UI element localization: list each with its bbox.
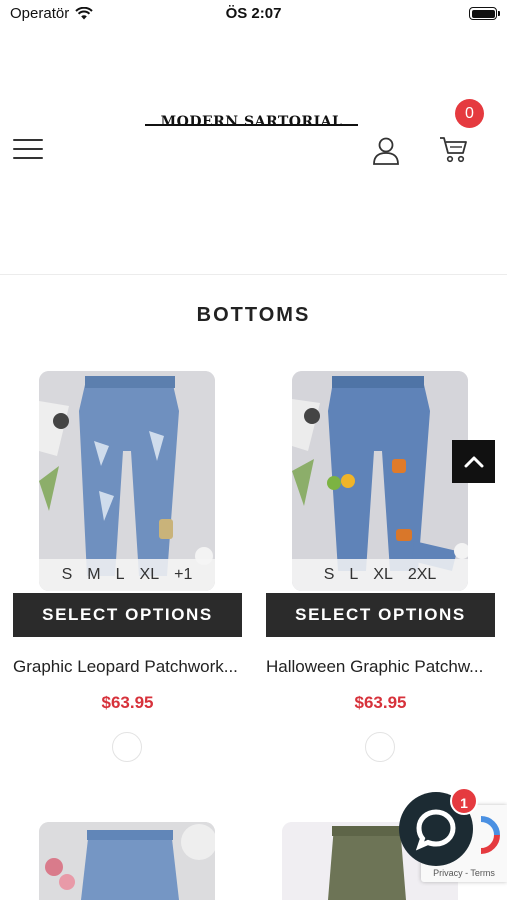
hamburger-menu-icon — [13, 139, 43, 141]
product-image[interactable] — [39, 822, 215, 900]
chat-bubble-icon — [415, 809, 456, 851]
size-options: S M L XL +1 — [39, 559, 215, 591]
size-option: S — [61, 566, 73, 583]
status-bar: Operatör ÖS 2:07 — [0, 0, 507, 30]
recaptcha-links[interactable]: Privacy - Terms — [421, 868, 507, 878]
chevron-up-icon — [464, 456, 483, 467]
user-icon[interactable] — [372, 136, 400, 166]
logo-strike-line — [145, 124, 358, 126]
logo-text: MODERN SARTORIAL — [160, 114, 343, 130]
menu-button[interactable] — [13, 137, 43, 161]
cart-icon[interactable] — [439, 134, 469, 164]
size-option: XL — [373, 566, 393, 583]
battery-icon — [469, 7, 500, 20]
color-swatch[interactable] — [365, 732, 395, 762]
size-option: XL — [139, 566, 160, 583]
back-to-top-button[interactable] — [452, 440, 495, 483]
site-logo[interactable]: MODERN SARTORIAL — [145, 114, 358, 136]
product-price: $63.95 — [101, 693, 154, 712]
size-option: L — [115, 566, 125, 583]
size-option: M — [87, 566, 101, 583]
size-option: S — [323, 566, 335, 583]
size-option: 2XL — [407, 566, 437, 583]
product-image[interactable]: S M L XL +1 — [39, 371, 215, 591]
size-option: L — [349, 566, 359, 583]
section-title: BOTTOMS — [196, 304, 311, 326]
cart-count-badge[interactable]: 0 — [455, 99, 484, 128]
jeans-photo — [292, 371, 468, 591]
product-name[interactable]: Graphic Leopard Patchwork... — [13, 657, 242, 677]
select-options-button[interactable]: SELECT OPTIONS — [266, 593, 495, 637]
size-option: +1 — [174, 566, 193, 583]
product-image[interactable]: S L XL 2XL — [292, 371, 468, 591]
jeans-photo — [39, 822, 215, 900]
chat-notification-badge: 1 — [450, 787, 478, 815]
product-price: $63.95 — [354, 693, 407, 712]
select-options-button[interactable]: SELECT OPTIONS — [13, 593, 242, 637]
product-name[interactable]: Halloween Graphic Patchw... — [266, 657, 495, 677]
size-options: S L XL 2XL — [292, 559, 468, 591]
jeans-photo — [39, 371, 215, 591]
site-header: MODERN SARTORIAL — [0, 30, 507, 275]
color-swatch[interactable] — [112, 732, 142, 762]
status-time: ÖS 2:07 — [225, 5, 282, 22]
